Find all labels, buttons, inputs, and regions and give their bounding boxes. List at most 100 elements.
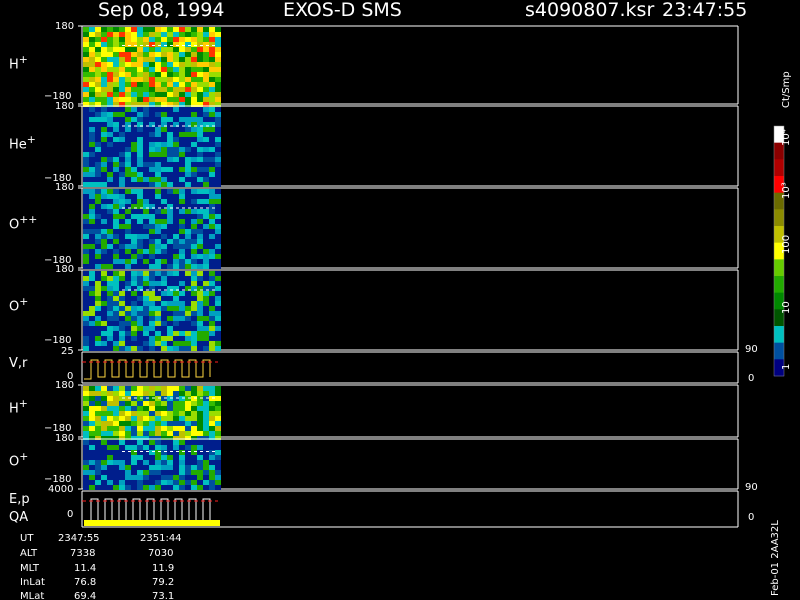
spectrogram-cell xyxy=(89,271,95,276)
spectrogram-cell xyxy=(107,416,113,421)
spectrogram-cell xyxy=(173,249,179,254)
spectrogram-cell xyxy=(161,301,167,306)
spectrogram-cell xyxy=(209,157,215,162)
spectrogram-cell xyxy=(155,291,161,296)
spectrogram-cell xyxy=(191,254,197,259)
spectrogram-cell xyxy=(125,37,131,42)
spectrogram-cell xyxy=(197,411,203,416)
spectrogram-cell xyxy=(119,137,125,142)
spectrogram-cell xyxy=(143,132,149,137)
spectrogram-cell xyxy=(191,401,197,406)
spectrogram-cell xyxy=(149,431,155,436)
spectrogram-cell xyxy=(113,396,119,401)
spectrogram-cell xyxy=(155,117,161,122)
spectrogram-cell xyxy=(155,264,161,269)
spectrogram-cell xyxy=(155,147,161,152)
spectrogram-cell xyxy=(89,27,95,32)
spectrogram-cell xyxy=(185,311,191,316)
spectrogram-cell xyxy=(137,167,143,172)
spectrogram-cell xyxy=(191,42,197,47)
spectrogram-cell xyxy=(191,199,197,204)
spectrogram-cell xyxy=(191,67,197,72)
spectrogram-cell xyxy=(95,401,101,406)
spectrogram-cell xyxy=(215,67,221,72)
spectrogram-cell xyxy=(173,47,179,52)
spectrogram-cell xyxy=(125,107,131,112)
spectrogram-cell xyxy=(83,296,89,301)
spectrogram-cell xyxy=(107,204,113,209)
spectrogram-cell xyxy=(161,92,167,97)
spectrogram-cell xyxy=(83,137,89,142)
spectrogram-cell xyxy=(107,77,113,82)
spectrogram-cell xyxy=(161,182,167,187)
spectrogram-cell xyxy=(197,224,203,229)
spectrogram-cell xyxy=(203,259,209,264)
spectrogram-cell xyxy=(113,224,119,229)
spectrogram-cell xyxy=(83,244,89,249)
spectrogram-cell xyxy=(143,47,149,52)
spectrogram-cell xyxy=(143,142,149,147)
spectrogram-cell xyxy=(107,291,113,296)
spectrogram-cell xyxy=(167,254,173,259)
spectrogram-cell xyxy=(167,37,173,42)
spectrogram-cell xyxy=(119,296,125,301)
spectrogram-cell xyxy=(215,177,221,182)
spectrogram-cell xyxy=(95,271,101,276)
spectrogram-cell xyxy=(155,475,161,480)
spectrogram-cell xyxy=(185,107,191,112)
spectrogram-cell xyxy=(191,127,197,132)
footer-inlat-start: 76.8 xyxy=(74,577,97,588)
spectrogram-cell xyxy=(203,480,209,485)
spectrogram-cell xyxy=(107,259,113,264)
spectrogram-cell xyxy=(191,296,197,301)
spectrogram-cell xyxy=(215,321,221,326)
spectrogram-cell xyxy=(83,27,89,32)
spectrogram-cell xyxy=(95,182,101,187)
spectrogram-cell xyxy=(83,271,89,276)
spectrogram-cell xyxy=(143,199,149,204)
spectrogram-cell xyxy=(209,52,215,57)
plot-canvas: { "header": { "date": "Sep 08, 1994", "i… xyxy=(0,0,800,600)
spectrogram-cell xyxy=(113,219,119,224)
spectrogram-cell xyxy=(209,291,215,296)
spectrogram-cell xyxy=(203,172,209,177)
footer-alt-start: 7338 xyxy=(70,548,96,559)
spectrogram-cell xyxy=(161,264,167,269)
spectrogram-cell xyxy=(101,276,107,281)
spectrogram-cell xyxy=(179,341,185,346)
spectrogram-cell xyxy=(101,301,107,306)
spectrogram-cell xyxy=(203,234,209,239)
spectrogram-cell xyxy=(215,244,221,249)
spectrogram-cell xyxy=(197,326,203,331)
spectrogram-cell xyxy=(197,391,203,396)
spectrogram-cell xyxy=(209,331,215,336)
spectrogram-cell xyxy=(125,117,131,122)
spectrogram-cell xyxy=(173,440,179,445)
spectrogram-cell xyxy=(143,259,149,264)
spectrogram-cell xyxy=(119,62,125,67)
spectrogram-cell xyxy=(137,276,143,281)
spectrogram-cell xyxy=(215,326,221,331)
spectrogram-cell xyxy=(119,37,125,42)
spectrogram-cell xyxy=(149,152,155,157)
spectrogram-cell xyxy=(179,391,185,396)
spectrogram-cell xyxy=(119,249,125,254)
spectrogram-cell xyxy=(197,254,203,259)
spectrogram-cell xyxy=(95,326,101,331)
spectrogram-cell xyxy=(137,229,143,234)
spectrogram-cell xyxy=(125,97,131,102)
spectrogram-cell xyxy=(143,431,149,436)
spectrogram-cell xyxy=(89,52,95,57)
spectrogram-cell xyxy=(161,291,167,296)
spectrogram-cell xyxy=(113,254,119,259)
spectrogram-cell xyxy=(95,276,101,281)
spectrogram-cell xyxy=(179,460,185,465)
spectrogram-cell xyxy=(149,107,155,112)
spectrogram-cell xyxy=(83,234,89,239)
spectrogram-cell xyxy=(179,311,185,316)
spectrogram-cell xyxy=(149,326,155,331)
spectrogram-cell xyxy=(83,416,89,421)
spectrogram-cell xyxy=(95,42,101,47)
footer-label-mlat: MLat xyxy=(20,591,45,600)
spectrogram-cell xyxy=(173,470,179,475)
